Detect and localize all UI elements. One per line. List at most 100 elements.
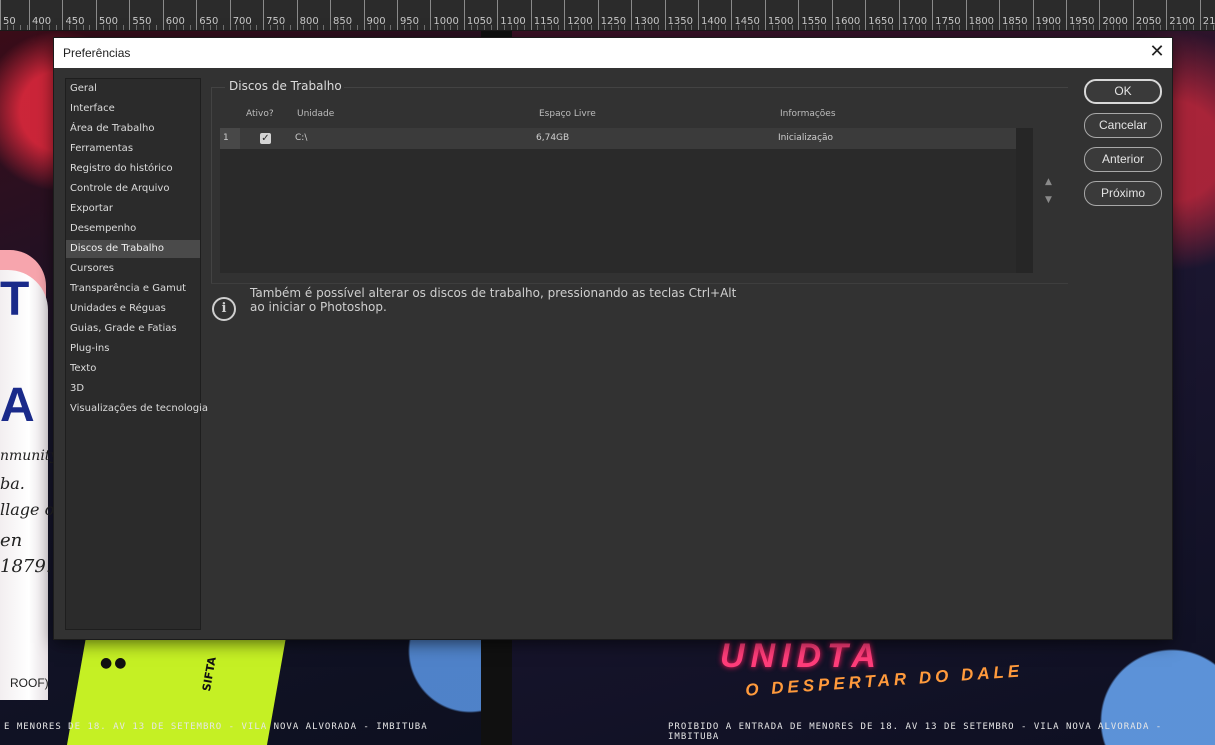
ruler-tick-label: 600 <box>162 0 185 30</box>
ruler-minor-tick <box>356 25 358 30</box>
ruler-minor-tick <box>69 25 71 30</box>
nav-item-texto[interactable]: Texto <box>66 360 200 378</box>
bottle-script-2: ba. <box>0 474 25 493</box>
dialog-title: Preferências <box>63 46 131 60</box>
nav-item-interface[interactable]: Interface <box>66 100 200 118</box>
ruler-minor-tick <box>1092 25 1094 30</box>
ruler-minor-tick <box>805 25 807 30</box>
move-down-icon[interactable]: ▼ <box>1045 195 1052 205</box>
nav-item-registro-do-historico[interactable]: Registro do histórico <box>66 160 200 178</box>
ruler-minor-tick <box>691 25 693 30</box>
nav-item-unidades-e-reguas[interactable]: Unidades e Réguas <box>66 300 200 318</box>
ruler-minor-tick <box>169 25 171 30</box>
ruler-minor-tick <box>1206 25 1208 30</box>
ruler-minor-tick <box>249 25 251 30</box>
ruler-minor-tick <box>871 25 873 30</box>
ruler-minor-tick <box>590 25 592 30</box>
nav-item-exportar[interactable]: Exportar <box>66 200 200 218</box>
ruler-minor-tick <box>718 25 720 30</box>
nav-item-area-de-trabalho[interactable]: Área de Trabalho <box>66 120 200 138</box>
bottle-letter-t: T <box>0 273 30 326</box>
ruler-minor-tick <box>537 25 539 30</box>
next-button[interactable]: Próximo <box>1084 181 1162 206</box>
ruler-minor-tick <box>711 25 713 30</box>
ruler-minor-tick <box>136 25 138 30</box>
close-icon[interactable]: ✕ <box>1142 38 1172 68</box>
ruler-minor-tick <box>202 25 204 30</box>
left-footer-text: E MENORES DE 18. AV 13 DE SETEMBRO - VIL… <box>4 722 428 732</box>
column-header-drive: Unidade <box>297 109 335 119</box>
ruler-minor-tick <box>303 25 305 30</box>
ruler-minor-tick <box>423 25 425 30</box>
nav-item-discos-de-trabalho[interactable]: Discos de Trabalho <box>66 240 200 258</box>
ruler-minor-tick <box>376 25 378 30</box>
nav-item-transparencia-e-gamut[interactable]: Transparência e Gamut <box>66 280 200 298</box>
bottle-script-3: llage of <box>0 500 61 519</box>
preferences-nav: Geral Interface Área de Trabalho Ferramenta… <box>65 78 208 630</box>
table-scrollbar[interactable] <box>1016 128 1033 273</box>
ruler-minor-tick <box>6 25 8 30</box>
nav-item-cursores[interactable]: Cursores <box>66 260 200 278</box>
right-footer-text: PROIBIDO A ENTRADA DE MENORES DE 18. AV … <box>668 722 1163 742</box>
nav-item-guias-grade-e-fatias[interactable]: Guias, Grade e Fatias <box>66 320 200 338</box>
ruler-minor-tick <box>510 25 512 30</box>
dialog-titlebar[interactable]: Preferências ✕ <box>54 38 1172 68</box>
ruler-minor-tick <box>1039 25 1041 30</box>
bottle-proof-text: ROOF) <box>10 676 49 690</box>
ruler-minor-tick <box>316 25 318 30</box>
ruler-tick-label: 800 <box>296 0 319 30</box>
nav-item-controle-de-arquivo[interactable]: Controle de Arquivo <box>66 180 200 198</box>
ruler-minor-tick <box>624 25 626 30</box>
info-line-2: ao iniciar o Photoshop. <box>250 300 387 314</box>
ruler-minor-tick <box>149 25 151 30</box>
ruler-minor-tick <box>156 25 158 30</box>
ruler-minor-tick <box>383 25 385 30</box>
previous-button[interactable]: Anterior <box>1084 147 1162 172</box>
active-checkbox[interactable]: ✓ <box>260 133 271 144</box>
ruler-minor-tick <box>1146 25 1148 30</box>
table-row[interactable]: 1 ✓ C:\ 6,74GB Inicialização <box>220 128 1016 149</box>
column-header-free-space: Espaço Livre <box>539 109 596 119</box>
ruler-minor-tick <box>905 25 907 30</box>
ruler-minor-tick <box>972 25 974 30</box>
ruler-minor-tick <box>26 25 28 30</box>
cancel-button[interactable]: Cancelar <box>1084 113 1162 138</box>
ruler-minor-tick <box>82 25 84 30</box>
nav-item-visualizacoes-de-tecnologia[interactable]: Visualizações de tecnologia <box>66 400 208 418</box>
ruler-tick-label: 550 <box>129 0 151 30</box>
column-header-active: Ativo? <box>246 109 274 119</box>
ruler-minor-tick <box>557 25 559 30</box>
ruler-minor-tick <box>209 25 211 30</box>
nav-item-plug-ins[interactable]: Plug-ins <box>66 340 200 358</box>
ruler-minor-tick <box>477 25 479 30</box>
ruler-minor-tick <box>992 25 994 30</box>
nav-item-3d[interactable]: 3D <box>66 380 200 398</box>
move-up-icon[interactable]: ▲ <box>1045 177 1052 187</box>
ruler-minor-tick <box>309 25 311 30</box>
nav-item-ferramentas[interactable]: Ferramentas <box>66 140 200 158</box>
ruler-minor-tick <box>49 25 51 30</box>
ok-button[interactable]: OK <box>1084 79 1162 104</box>
ruler-minor-tick <box>945 25 947 30</box>
ruler-minor-tick <box>724 25 726 30</box>
ruler-minor-tick <box>89 25 91 30</box>
ruler-tick-label: 950 <box>396 0 419 30</box>
scratch-disks-table <box>220 128 1033 273</box>
ruler-minor-tick <box>550 25 552 30</box>
info-cell: Inicialização <box>778 133 834 143</box>
ruler-minor-tick <box>925 25 927 30</box>
ruler-minor-tick <box>517 25 519 30</box>
info-icon: i <box>212 297 236 321</box>
ruler-minor-tick <box>243 25 245 30</box>
drive-cell: C:\ <box>295 133 308 143</box>
group-border <box>344 87 1068 88</box>
ruler-minor-tick <box>42 25 44 30</box>
ruler-minor-tick <box>1012 25 1014 30</box>
nav-item-desempenho[interactable]: Desempenho <box>66 220 200 238</box>
preferences-dialog: Preferências ✕ Geral Interface Área de Tra… <box>54 38 1172 639</box>
ruler-minor-tick <box>677 25 679 30</box>
nav-item-geral[interactable]: Geral <box>66 80 200 98</box>
section-title: Discos de Trabalho <box>229 79 342 93</box>
ruler-minor-tick <box>1179 25 1181 30</box>
ruler-minor-tick <box>403 25 405 30</box>
